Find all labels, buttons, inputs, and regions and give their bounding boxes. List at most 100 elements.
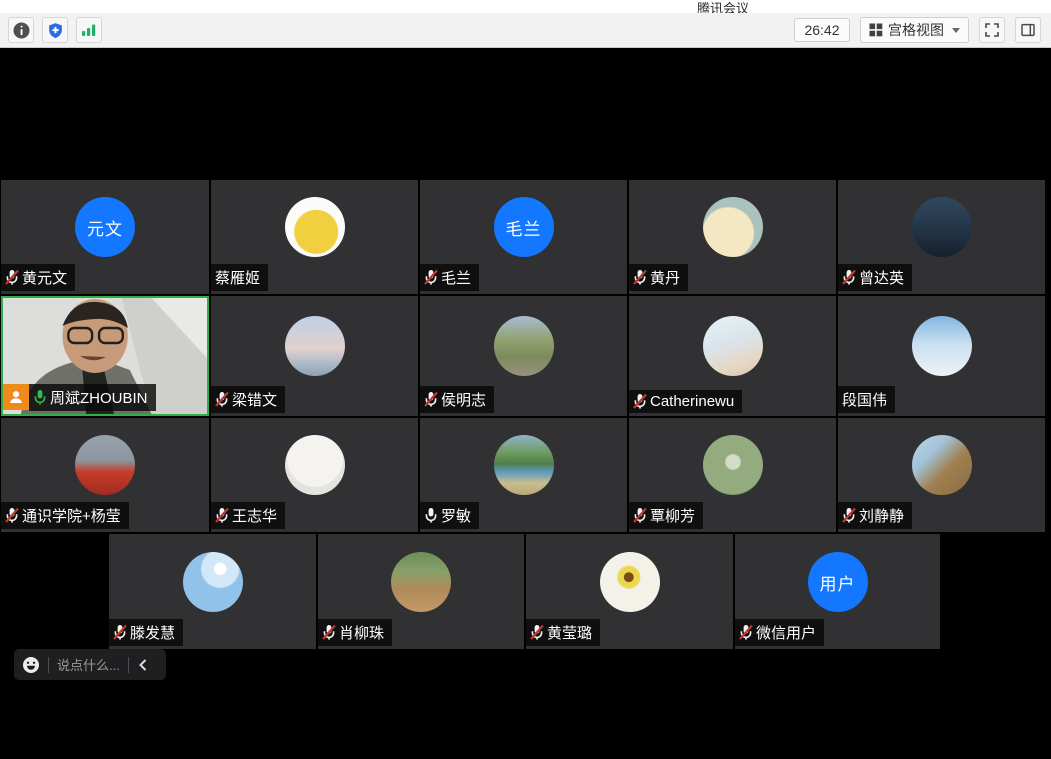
side-panel-toggle-button[interactable] [1015,17,1041,43]
participant-tile[interactable]: 覃柳芳 [629,418,836,532]
avatar-plants-photo [391,552,451,612]
participant-label: 肖柳珠 [318,619,392,646]
participant-tile[interactable]: 毛兰 毛兰 [420,180,627,294]
mic-icon [424,507,438,524]
host-badge [3,384,29,410]
app-title: 腾讯会议 [697,0,749,13]
participant-tile[interactable]: 滕发慧 [109,534,316,649]
divider [48,657,49,673]
toolbar-left-group [8,17,102,43]
mic-muted-icon [113,624,127,641]
name-tag: 黄元文 [1,264,75,291]
name-tag: 刘静静 [838,502,912,529]
participant-label: 毛兰 [420,264,479,291]
name-tag: 周斌ZHOUBIN [3,384,156,411]
name-tag: 蔡雁姬 [211,264,268,291]
meeting-timer: 26:42 [794,18,850,42]
name-tag: 曾达英 [838,264,912,291]
avatar-family-beach-photo [912,197,972,257]
participant-tile[interactable]: 侯明志 [420,296,627,416]
name-tag: 滕发慧 [109,619,183,646]
mic-icon [33,389,47,406]
chevron-down-icon [952,28,960,33]
smiley-icon[interactable] [22,656,40,674]
participant-tile[interactable]: 段国伟 [838,296,1045,416]
avatar-initials: 元文 [75,197,135,257]
name-tag: Catherinewu [629,390,742,413]
participant-tile[interactable]: 蔡雁姬 [211,180,418,294]
participant-tile[interactable]: 王志华 [211,418,418,532]
view-button-label: 宫格视图 [888,20,944,40]
mic-muted-icon [739,624,753,641]
info-icon [13,22,30,39]
participant-label: 罗敏 [420,502,479,529]
participant-name: 黄莹璐 [547,622,592,643]
participant-tile[interactable]: 周斌ZHOUBIN [1,296,209,416]
participant-name: 梁错文 [232,389,277,410]
participant-label: 微信用户 [735,619,824,646]
security-button[interactable] [42,17,68,43]
fullscreen-icon [984,22,1000,38]
mic-muted-icon [5,269,19,286]
participant-label: 黄丹 [629,264,688,291]
chat-input-placeholder[interactable]: 说点什么... [57,655,120,674]
grid-view-icon [869,23,883,37]
avatar-polar-bear-cartoon [912,316,972,376]
participant-tile[interactable]: 曾达英 [838,180,1045,294]
chat-quick-bar: 说点什么... [14,649,166,680]
video-grid-stage: 元文 黄元文蔡雁姬毛兰 毛兰 黄丹 曾达英 [0,48,1051,759]
name-tag: 微信用户 [735,619,824,646]
participant-name: 刘静静 [859,505,904,526]
participant-name: 曾达英 [859,267,904,288]
participant-tile[interactable]: 肖柳珠 [318,534,524,649]
participant-tile[interactable]: 元文 黄元文 [1,180,209,294]
name-tag: 梁错文 [211,386,285,413]
participant-tile[interactable]: 黄丹 [629,180,836,294]
participant-name: 毛兰 [441,267,471,288]
avatar-mountain-valley-photo [494,316,554,376]
participant-name: 蔡雁姬 [215,267,260,288]
name-tag: 黄莹璐 [526,619,600,646]
mic-muted-icon [633,507,647,524]
chevron-left-icon[interactable] [137,658,149,672]
participant-tile[interactable]: Catherinewu [629,296,836,416]
mic-muted-icon [842,269,856,286]
participant-name: 侯明志 [441,389,486,410]
mic-muted-icon [633,393,647,410]
participant-label: 周斌ZHOUBIN [29,384,156,411]
security-shield-icon [47,22,64,39]
meeting-info-button[interactable] [8,17,34,43]
mic-muted-icon [322,624,336,641]
name-tag: 覃柳芳 [629,502,703,529]
avatar-person-in-green-field [703,435,763,495]
participant-label: 段国伟 [838,386,895,413]
avatar-child-in-red-photo [75,435,135,495]
participant-name: 通识学院+杨莹 [22,505,121,526]
avatar-lake-landscape-photo [494,435,554,495]
layout-view-button[interactable]: 宫格视图 [860,17,969,43]
network-status-button[interactable] [76,17,102,43]
meeting-window: 腾讯会议 [0,0,1051,759]
participant-tile[interactable]: 用户 微信用户 [735,534,940,649]
mic-muted-icon [842,507,856,524]
participant-label: 梁错文 [211,386,285,413]
participant-tile[interactable]: 刘静静 [838,418,1045,532]
participant-tile[interactable]: 罗敏 [420,418,627,532]
mic-muted-icon [5,507,19,524]
participant-name: 微信用户 [756,622,816,643]
fullscreen-button[interactable] [979,17,1005,43]
mic-muted-icon [215,507,229,524]
participant-tile[interactable]: 梁错文 [211,296,418,416]
participant-name: 黄丹 [650,267,680,288]
avatar-cartoon-boy-drawing [285,435,345,495]
network-signal-icon [81,23,97,37]
avatar-sunny-sky-photo [183,552,243,612]
participant-label: 黄莹璐 [526,619,600,646]
avatar-sunflower-painting [600,552,660,612]
side-panel-icon [1020,22,1036,38]
avatar-initials: 用户 [808,552,868,612]
participant-tile[interactable]: 通识学院+杨莹 [1,418,209,532]
name-tag: 罗敏 [420,502,479,529]
mic-muted-icon [424,391,438,408]
participant-tile[interactable]: 黄莹璐 [526,534,733,649]
